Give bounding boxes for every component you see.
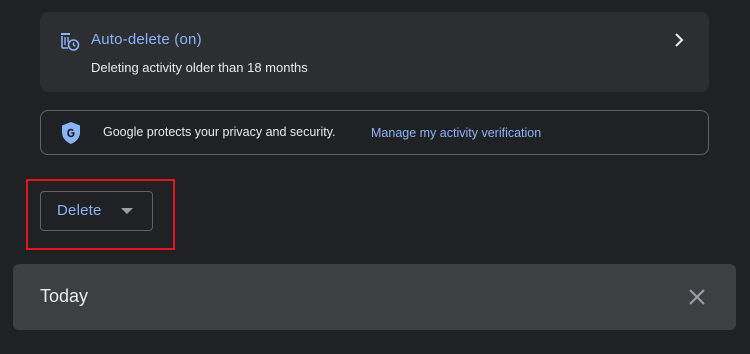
privacy-banner: Google protects your privacy and securit… — [40, 110, 709, 155]
today-header: Today — [13, 264, 736, 330]
auto-delete-subtitle: Deleting activity older than 18 months — [91, 60, 308, 75]
delete-button-label: Delete — [57, 202, 102, 219]
today-label: Today — [40, 286, 89, 306]
auto-delete-card[interactable]: Auto-delete (on) Deleting activity older… — [40, 12, 709, 92]
caret-down-icon — [121, 208, 133, 214]
activity-page: Auto-delete (on) Deleting activity older… — [0, 0, 750, 354]
chevron-right-icon — [675, 33, 684, 47]
auto-delete-icon — [61, 33, 80, 51]
shield-g-icon — [62, 122, 80, 144]
privacy-text: Google protects your privacy and securit… — [103, 125, 336, 139]
close-icon[interactable] — [688, 288, 706, 306]
auto-delete-title: Auto-delete (on) — [91, 31, 202, 48]
delete-button[interactable]: Delete — [40, 191, 153, 231]
manage-verification-link[interactable]: Manage my activity verification — [371, 126, 541, 140]
